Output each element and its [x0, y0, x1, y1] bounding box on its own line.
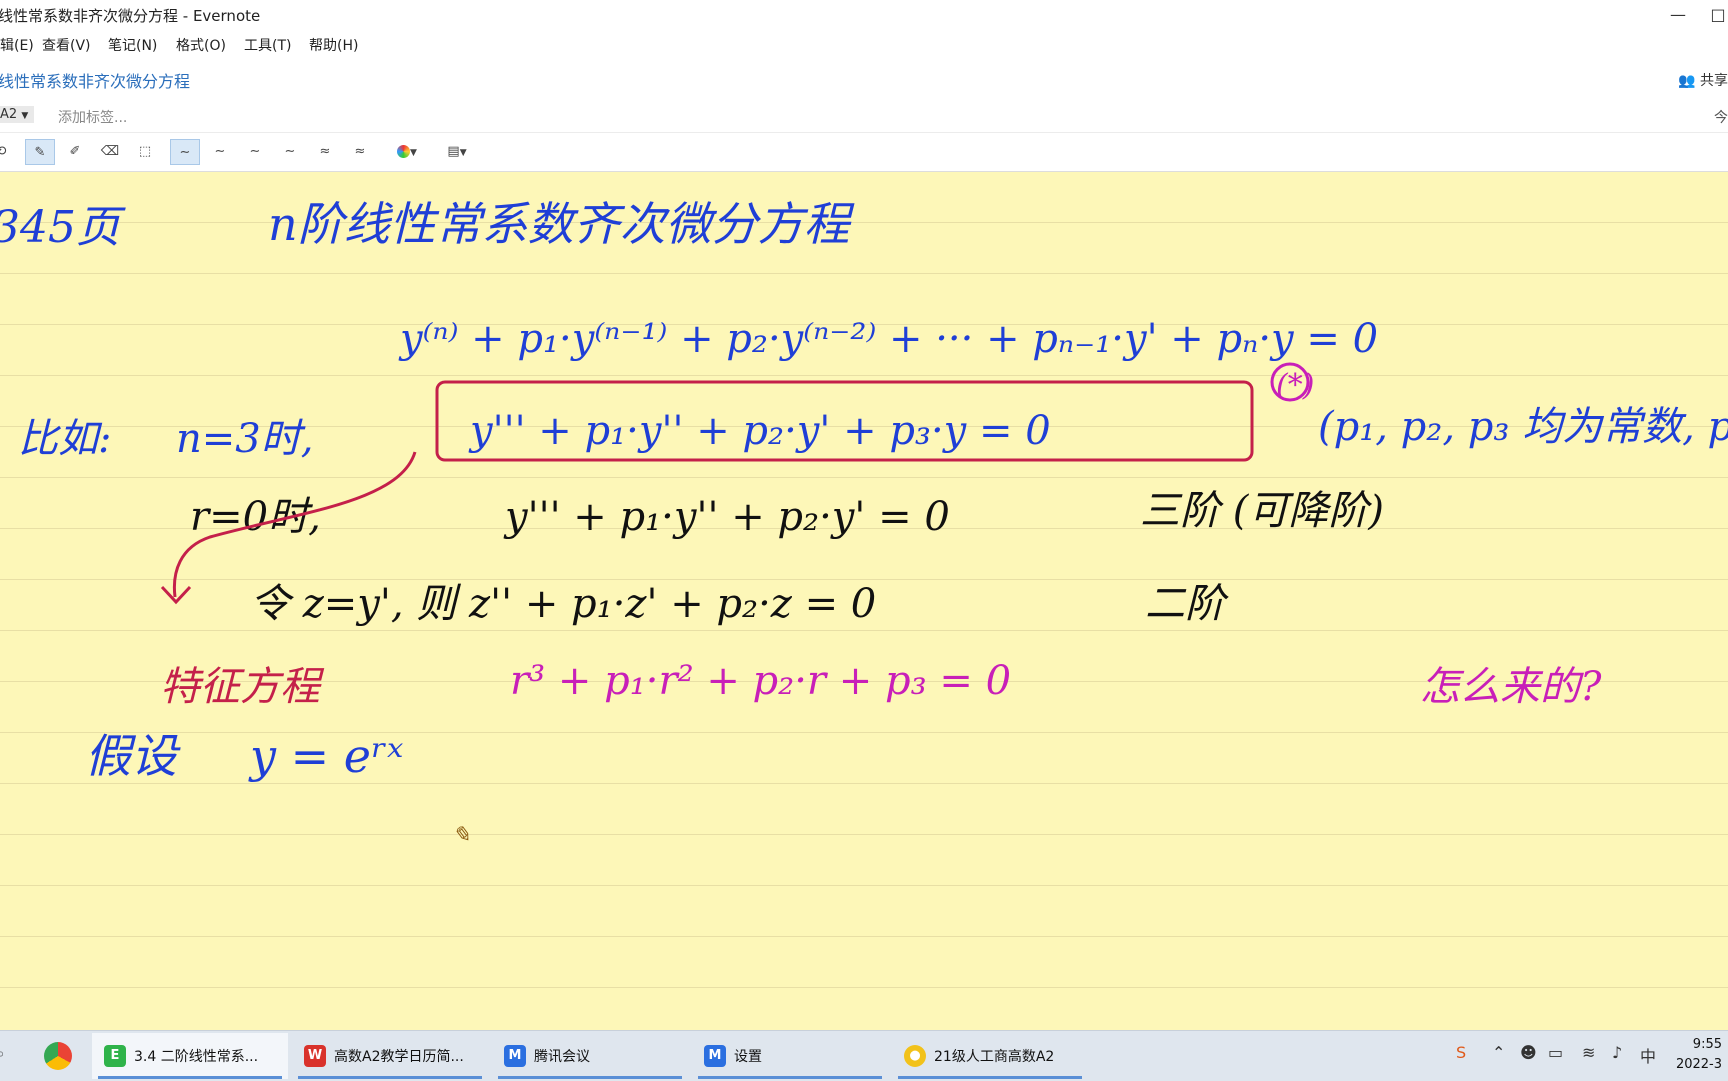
- chevron-down-icon: ▼: [21, 111, 29, 121]
- menu-format[interactable]: 格式(O): [176, 35, 226, 55]
- color-picker-icon[interactable]: ▼: [388, 139, 426, 165]
- tag-input[interactable]: 添加标签...: [58, 107, 127, 127]
- assume-label: 假设: [85, 729, 181, 783]
- tag-bar: A2 ▼ 添加标签... 今: [0, 100, 1728, 133]
- pencil-cursor-icon: ✎: [452, 823, 470, 848]
- title-bar: 线性常系数非齐次微分方程 - Evernote — □: [0, 0, 1728, 30]
- paper-style-icon[interactable]: ▤▼: [438, 139, 476, 165]
- order2-note: 二阶: [1145, 581, 1229, 627]
- menu-help[interactable]: 帮助(H): [309, 35, 358, 55]
- evernote-icon: E: [104, 1045, 126, 1067]
- chrome-icon[interactable]: [44, 1042, 72, 1070]
- date-label: 今: [1714, 110, 1728, 126]
- search-icon[interactable]: ◦: [0, 1045, 5, 1064]
- assume-equation: y = eʳˣ: [248, 729, 403, 783]
- clock[interactable]: 9:55 2022-3: [1676, 1035, 1722, 1075]
- taskbar-item-settings[interactable]: M 设置: [692, 1033, 888, 1079]
- tencent-meeting-icon: M: [704, 1045, 726, 1067]
- notebook-selector[interactable]: A2 ▼: [0, 106, 35, 123]
- coefficient-note: (p₁, p₂, p₃ 均为常数, p₃≠: [1318, 404, 1728, 450]
- selection-icon[interactable]: ⬚: [130, 139, 160, 165]
- menu-note[interactable]: 笔记(N): [108, 35, 157, 55]
- lasso-icon[interactable]: ⟲: [0, 139, 16, 165]
- menu-tools[interactable]: 工具(T): [244, 35, 291, 55]
- taskbar-item-tencent-meeting[interactable]: M 腾讯会议: [492, 1033, 688, 1079]
- characteristic-label: 特征方程: [160, 664, 325, 710]
- taskbar: ◦ E 3.4 二阶线性常系... W 高数A2教学日历简... M 腾讯会议 …: [0, 1030, 1728, 1081]
- ink-canvas[interactable]: 345页 n阶线性常系数齐次微分方程 y⁽ⁿ⁾ + p₁·y⁽ⁿ⁻¹⁾ + p₂…: [0, 172, 1728, 1030]
- taskbar-item-label: 21级人工商高数A2: [934, 1049, 1055, 1065]
- n3-label: n=3时,: [176, 416, 313, 462]
- taskbar-item-class[interactable]: ● 21级人工商高数A2: [892, 1033, 1088, 1079]
- lightbulb-icon: ●: [904, 1045, 926, 1067]
- window-title: 线性常系数非齐次微分方程 - Evernote: [0, 7, 261, 25]
- reduced-equation: y''' + p₁·y'' + p₂·y' = 0: [503, 494, 950, 540]
- taskbar-item-label: 设置: [734, 1049, 762, 1065]
- taskbar-item-label: 高数A2教学日历简...: [334, 1049, 464, 1065]
- people-icon: 👥: [1678, 73, 1696, 89]
- clock-time: 9:55: [1692, 1037, 1722, 1052]
- maximize-button[interactable]: □: [1698, 0, 1728, 30]
- wifi-icon[interactable]: ≋: [1582, 1043, 1595, 1062]
- share-button[interactable]: 👥 共享: [1678, 70, 1728, 90]
- handwriting-layer: 345页 n阶线性常系数齐次微分方程 y⁽ⁿ⁾ + p₁·y⁽ⁿ⁻¹⁾ + p₂…: [0, 197, 1728, 848]
- qq-icon[interactable]: ☻: [1520, 1043, 1537, 1062]
- eraser-icon[interactable]: ⌫: [95, 139, 125, 165]
- stroke-4-icon[interactable]: ∼: [275, 139, 305, 165]
- order3-note: 三阶 (可降阶): [1140, 488, 1384, 534]
- ink-toolbar: ⟲ ✎ ✐ ⌫ ⬚ ∼ ∼ ∼ ∼ ≈ ≈ ▼ ▤▼: [0, 133, 1728, 172]
- note-title[interactable]: 线性常系数非齐次微分方程: [0, 68, 190, 92]
- menu-edit[interactable]: 编辑(E): [0, 35, 34, 55]
- battery-icon[interactable]: ▭: [1548, 1043, 1563, 1062]
- characteristic-equation: r³ + p₁·r² + p₂·r + p₃ = 0: [510, 658, 1011, 704]
- star-label: (*): [1276, 368, 1314, 403]
- boxed-equation: y''' + p₁·y'' + p₂·y' + p₃·y = 0: [468, 408, 1051, 454]
- ime-indicator[interactable]: 中: [1640, 1043, 1656, 1067]
- stroke-2-icon[interactable]: ∼: [205, 139, 235, 165]
- taskbar-item-evernote[interactable]: E 3.4 二阶线性常系...: [92, 1033, 288, 1079]
- stroke-5-icon[interactable]: ≈: [310, 139, 340, 165]
- general-equation: y⁽ⁿ⁾ + p₁·y⁽ⁿ⁻¹⁾ + p₂·y⁽ⁿ⁻²⁾ + ··· + pₙ₋…: [398, 316, 1378, 362]
- taskbar-item-label: 3.4 二阶线性常系...: [134, 1049, 259, 1065]
- heading-text: n阶线性常系数齐次微分方程: [268, 197, 855, 251]
- stroke-3-icon[interactable]: ∼: [240, 139, 270, 165]
- taskbar-item-wps[interactable]: W 高数A2教学日历简...: [292, 1033, 488, 1079]
- minimize-button[interactable]: —: [1658, 0, 1698, 30]
- highlighter-icon[interactable]: ✐: [60, 139, 90, 165]
- tencent-meeting-icon: M: [504, 1045, 526, 1067]
- page-reference: 345页: [0, 202, 126, 253]
- menu-bar: 编辑(E) 查看(V) 笔记(N) 格式(O) 工具(T) 帮助(H): [0, 30, 1728, 58]
- clock-date: 2022-3: [1675, 1057, 1722, 1072]
- volume-icon[interactable]: ♪: [1612, 1043, 1622, 1062]
- question-note: 怎么来的?: [1420, 664, 1602, 710]
- pen-icon[interactable]: ✎: [25, 139, 55, 165]
- stroke-6-icon[interactable]: ≈: [345, 139, 375, 165]
- substitution-equation: 令 z=y', 则 z'' + p₁·z' + p₂·z = 0: [250, 581, 876, 627]
- share-label: 共享: [1700, 73, 1728, 89]
- example-label: 比如:: [18, 416, 111, 462]
- sogou-ime-icon[interactable]: S: [1456, 1043, 1466, 1062]
- note-title-row: 线性常系数非齐次微分方程 👥 共享: [0, 58, 1728, 100]
- r0-label: r=0时,: [190, 494, 321, 540]
- stroke-thin-icon[interactable]: ∼: [170, 139, 200, 165]
- taskbar-item-label: 腾讯会议: [534, 1049, 590, 1065]
- menu-view[interactable]: 查看(V): [42, 35, 91, 55]
- chevron-up-icon[interactable]: ⌃: [1492, 1043, 1505, 1062]
- wps-icon: W: [304, 1045, 326, 1067]
- notebook-label: A2: [0, 107, 18, 122]
